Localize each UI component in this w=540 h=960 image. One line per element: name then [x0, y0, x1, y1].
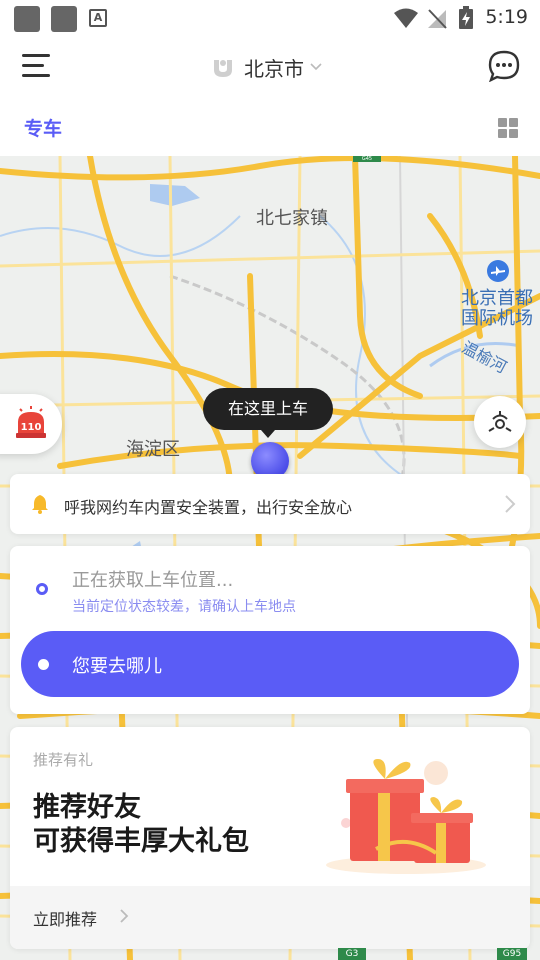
recenter-button[interactable]: [474, 396, 526, 448]
brand-logo-icon: [214, 60, 232, 77]
clock: 5:19: [485, 6, 528, 28]
promo-title: 推荐好友 可获得丰厚大礼包: [33, 791, 249, 859]
road-shield: G45: [353, 156, 381, 162]
road-shield: G95: [497, 948, 527, 960]
pickup-tooltip: 在这里上车: [203, 388, 333, 438]
destination-button[interactable]: 您要去哪儿: [21, 631, 519, 697]
status-bar: A 5:19: [0, 0, 540, 36]
tab-premium-car[interactable]: 专车: [24, 114, 62, 141]
road-shield: G3: [338, 948, 366, 960]
promo-footer: 立即推荐: [10, 886, 530, 949]
airport-icon: [487, 260, 509, 282]
city-name: 北京市: [244, 56, 304, 81]
map-label-town: 北七家镇: [256, 208, 328, 229]
bell-icon: [32, 495, 48, 514]
gift-box-icon: [326, 759, 486, 874]
app-header: 北京市: [0, 36, 540, 100]
chevron-down-icon: [310, 63, 322, 71]
no-signal-icon: [428, 9, 447, 29]
text-notification-icon: A: [89, 9, 107, 27]
referral-promo-card[interactable]: 推荐有礼 推荐好友 可获得丰厚大礼包 立即推荐: [10, 727, 530, 949]
origin-marker-icon: [36, 583, 48, 595]
sos-label: 110: [21, 422, 42, 433]
service-tabs: 专车: [0, 100, 540, 156]
safety-notice[interactable]: 呼我网约车内置安全装置，出行安全放心: [10, 474, 530, 534]
locate-icon: [488, 411, 512, 432]
siren-icon: 110: [16, 406, 46, 438]
emergency-110-button[interactable]: 110: [0, 394, 62, 454]
map-label-airport: 国际机场: [461, 308, 533, 329]
menu-button[interactable]: [22, 54, 50, 80]
message-icon[interactable]: [488, 50, 520, 82]
promo-title-line: 可获得丰厚大礼包: [33, 826, 249, 857]
destination-placeholder: 您要去哪儿: [72, 656, 162, 677]
promo-tag: 推荐有礼: [33, 751, 94, 769]
safety-notice-text: 呼我网约车内置安全装置，出行安全放心: [64, 498, 353, 517]
promo-title-line: 推荐好友: [33, 792, 141, 823]
chevron-right-icon: [120, 909, 129, 923]
city-selector[interactable]: 北京市: [210, 52, 322, 82]
pickup-location-hint: 当前定位状态较差，请确认上车地点: [72, 599, 296, 615]
route-card: 正在获取上车位置... 当前定位状态较差，请确认上车地点 您要去哪儿: [10, 546, 530, 714]
map-label-district: 海淀区: [126, 439, 180, 460]
app-notification-icon: [14, 6, 40, 32]
grid-menu-icon[interactable]: [498, 118, 518, 138]
destination-marker-icon: [38, 659, 49, 670]
pickup-location-field[interactable]: 正在获取上车位置...: [72, 566, 233, 592]
app-notification-icon: [51, 6, 77, 32]
chevron-right-icon: [505, 495, 516, 513]
wifi-icon: [394, 8, 418, 28]
refer-now-link[interactable]: 立即推荐: [33, 906, 97, 930]
battery-charging-icon: [459, 6, 473, 29]
